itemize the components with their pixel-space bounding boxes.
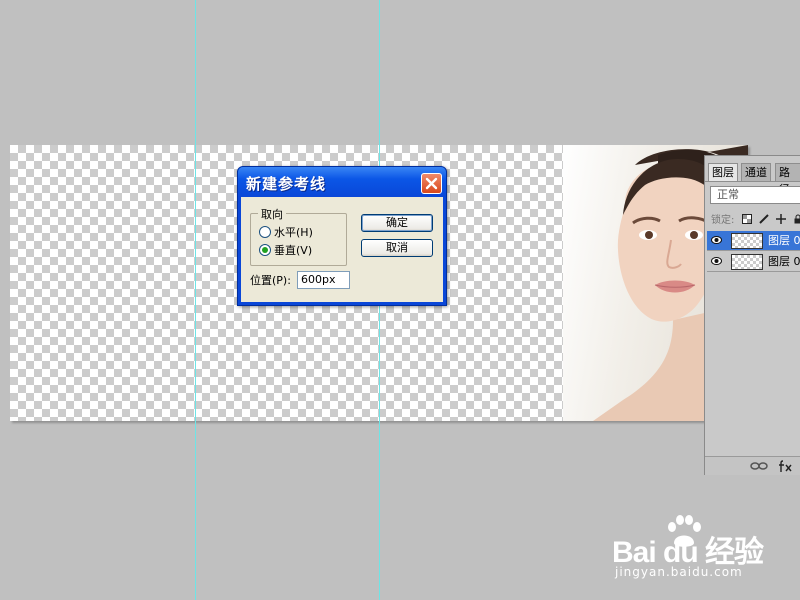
brush-icon[interactable]: [759, 214, 769, 224]
watermark-url: jingyan.baidu.com: [615, 565, 743, 579]
move-icon[interactable]: [775, 214, 786, 224]
vertical-radio[interactable]: 垂直(V): [259, 244, 312, 258]
orientation-legend: 取向: [258, 206, 286, 222]
eye-icon[interactable]: [711, 257, 722, 265]
close-button[interactable]: [421, 173, 442, 194]
position-label: 位置(P):: [250, 274, 291, 287]
radio-icon: [259, 226, 271, 238]
tab-layers[interactable]: 图层: [708, 163, 738, 181]
baidu-jingyan-watermark: Bai du 经验 jingyan.baidu.com: [612, 515, 792, 585]
dialog-title-bar[interactable]: 新建参考线: [238, 167, 446, 197]
link-icon[interactable]: [750, 460, 768, 472]
dialog-body: 取向 水平(H) 垂直(V) 确定 取消 位置(P): 600px: [241, 197, 443, 302]
panel-tabs: 图层 通道 路径: [705, 163, 800, 196]
layer-thumbnail: [731, 254, 763, 270]
horizontal-radio[interactable]: 水平(H): [259, 226, 313, 240]
layer-name: 图层 0: [768, 234, 800, 247]
close-x-icon: [425, 177, 438, 190]
new-guide-dialog: 新建参考线 取向 水平(H) 垂直(V) 确定 取消 位置(P): 600px: [237, 166, 447, 306]
radio-selected-icon: [259, 244, 271, 256]
lock-icon[interactable]: [793, 214, 800, 224]
layer-row[interactable]: 图层 0: [707, 252, 800, 272]
horizontal-label: 水平(H): [274, 226, 313, 239]
lock-transparent-icon[interactable]: [741, 214, 752, 224]
blend-mode-select[interactable]: 正常: [710, 186, 800, 204]
vertical-guide-line[interactable]: [195, 0, 196, 600]
panel-footer: [705, 456, 800, 475]
vertical-label: 垂直(V): [274, 244, 313, 257]
tab-paths[interactable]: 路径: [775, 163, 800, 196]
orientation-group: 取向 水平(H) 垂直(V): [250, 206, 347, 266]
ok-button[interactable]: 确定: [361, 214, 433, 232]
dialog-title: 新建参考线: [246, 175, 327, 193]
eye-icon[interactable]: [711, 236, 722, 244]
layers-panel: 图层 通道 路径 正常 锁定: 图层 0 图层 0: [704, 155, 800, 475]
layer-thumbnail: [731, 233, 763, 249]
tab-channels[interactable]: 通道: [741, 163, 771, 181]
position-input[interactable]: 600px: [297, 271, 350, 289]
layer-name: 图层 0: [768, 255, 800, 268]
cancel-button[interactable]: 取消: [361, 239, 433, 257]
layer-row[interactable]: 图层 0: [707, 231, 800, 251]
lock-row: 锁定:: [711, 211, 800, 226]
fx-icon[interactable]: [777, 459, 795, 473]
lock-label: 锁定:: [711, 215, 735, 226]
